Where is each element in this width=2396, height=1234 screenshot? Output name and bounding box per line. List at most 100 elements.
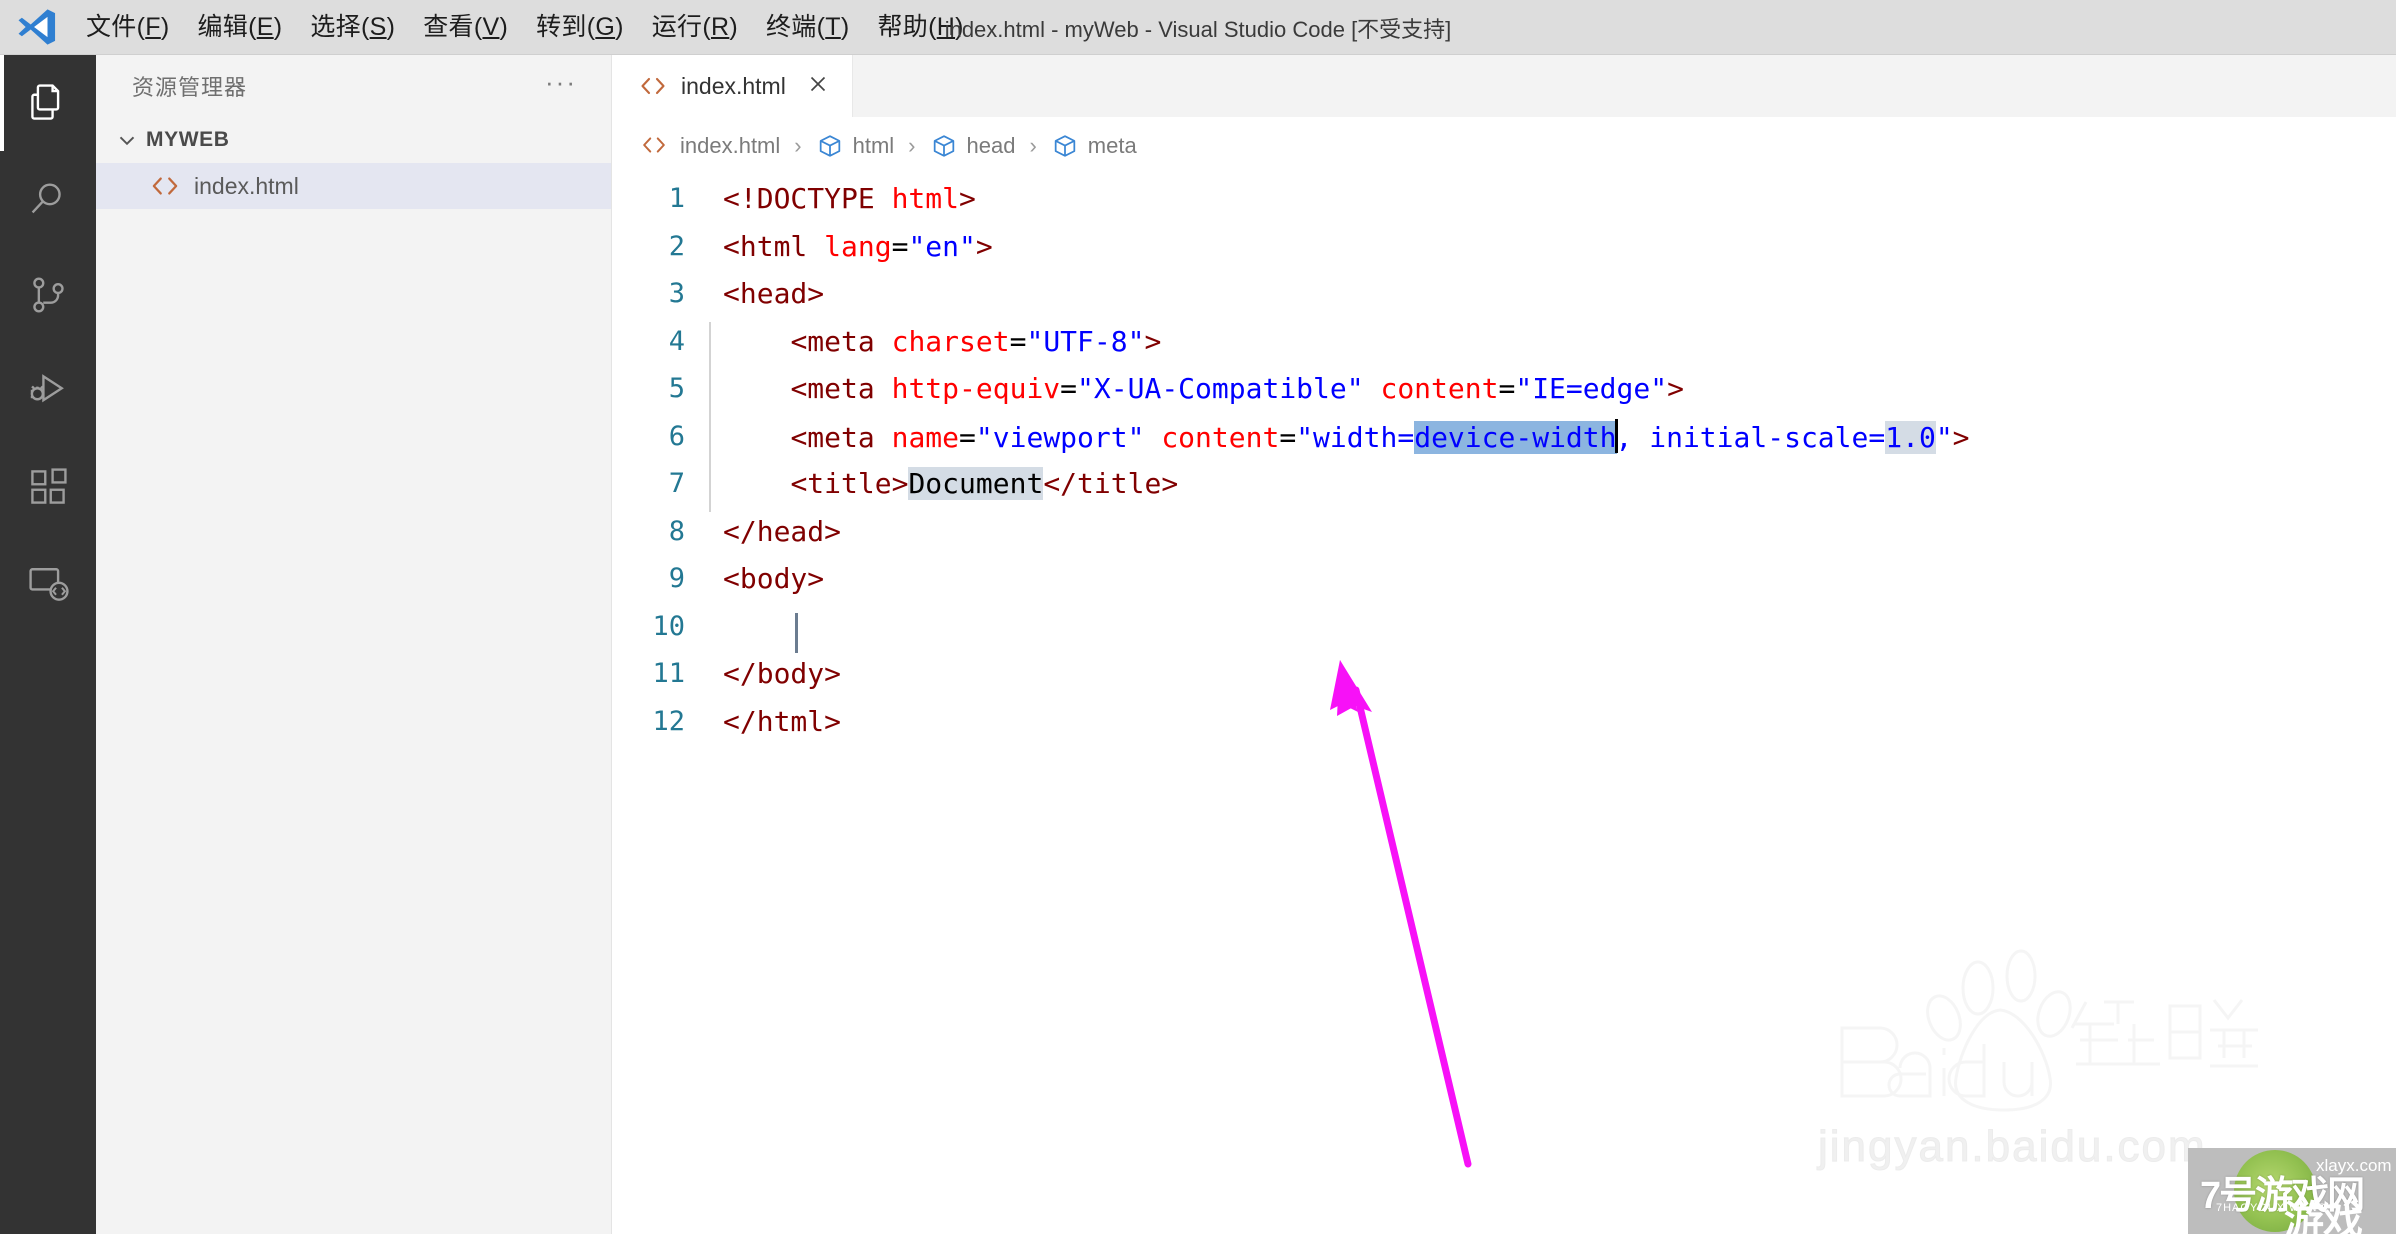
menu-item-goto[interactable]: 转到(G) bbox=[522, 12, 638, 43]
code-line-content[interactable]: <html lang="en"> bbox=[723, 230, 993, 263]
code-line[interactable]: 11 </body> bbox=[613, 650, 2396, 698]
breadcrumb-label: html bbox=[852, 133, 895, 158]
vscode-logo-icon bbox=[14, 6, 60, 48]
activitybar-item-remote-explorer[interactable] bbox=[0, 535, 96, 631]
breadcrumb-label: index.html bbox=[680, 133, 781, 158]
html-file-icon bbox=[148, 171, 182, 201]
code-line[interactable]: 5 <meta http-equiv="X-UA-Compatible" con… bbox=[613, 365, 2396, 418]
code-line[interactable]: 10 bbox=[613, 603, 2396, 653]
breadcrumb-separator: › bbox=[908, 133, 916, 158]
menu-item-file[interactable]: 文件(F) bbox=[72, 12, 183, 43]
menu-item-view[interactable]: 查看(V) bbox=[409, 12, 522, 43]
source-control-icon bbox=[26, 273, 70, 317]
search-icon bbox=[26, 177, 70, 221]
activitybar-item-extensions[interactable] bbox=[0, 439, 96, 535]
tree-row-index-html[interactable]: index.html bbox=[96, 163, 611, 209]
breadcrumb-item-meta[interactable]: meta bbox=[1047, 132, 1141, 160]
code-line[interactable]: 6 <meta name="viewport" content="width=d… bbox=[613, 413, 2396, 464]
ellipsis-icon[interactable]: ··· bbox=[545, 69, 577, 103]
breadcrumb-separator: › bbox=[1029, 133, 1037, 158]
menu-item-edit[interactable]: 编辑(E) bbox=[183, 12, 296, 43]
code-line-content[interactable]: <title>Document</title> bbox=[709, 464, 1178, 513]
line-number: 3 bbox=[668, 278, 685, 310]
activitybar-item-explorer[interactable] bbox=[0, 55, 96, 151]
code-line[interactable]: 9 <body> bbox=[613, 555, 2396, 603]
editor-tab-bar: index.html bbox=[613, 55, 2396, 117]
line-number: 5 bbox=[668, 373, 685, 405]
symbol-cube-icon bbox=[930, 132, 958, 160]
breadcrumb-item-head[interactable]: head bbox=[926, 132, 1020, 160]
occurrence-highlight: Document bbox=[908, 467, 1044, 501]
menu-bar[interactable]: 文件(F) 编辑(E) 选择(S) 查看(V) 转到(G) 运行(R) 终端(T… bbox=[72, 12, 978, 43]
title-bar: 文件(F) 编辑(E) 选择(S) 查看(V) 转到(G) 运行(R) 终端(T… bbox=[0, 0, 2396, 55]
code-line-content[interactable]: <head> bbox=[723, 277, 824, 310]
code-line-content[interactable]: <body> bbox=[723, 562, 824, 595]
code-line-content[interactable]: <!DOCTYPE html> bbox=[723, 182, 976, 215]
tree-section-label: MYWEB bbox=[146, 128, 230, 151]
editor-selection[interactable]: device-width bbox=[1414, 420, 1617, 454]
line-number: 11 bbox=[652, 658, 685, 690]
code-line-content[interactable]: </body> bbox=[723, 657, 841, 690]
remote-explorer-icon bbox=[26, 561, 70, 605]
sidebar-header: 资源管理器 ··· bbox=[96, 55, 611, 117]
code-line-content[interactable]: </html> bbox=[723, 705, 841, 738]
code-line-content[interactable]: </head> bbox=[723, 515, 841, 548]
code-line[interactable]: 1 <!DOCTYPE html> bbox=[613, 175, 2396, 223]
occurrence-highlight: 1.0 bbox=[1885, 420, 1936, 454]
badge-domain-text: xlayx.com bbox=[2316, 1156, 2392, 1175]
line-number: 9 bbox=[668, 563, 685, 595]
indent-guide bbox=[709, 415, 711, 464]
tree-section-myweb[interactable]: MYWEB bbox=[96, 117, 611, 163]
code-line[interactable]: 3 <head> bbox=[613, 270, 2396, 318]
code-line[interactable]: 4 <meta charset="UTF-8"> bbox=[613, 318, 2396, 370]
site-logo-badge: 7号游戏网 游戏 xlayx.com 7HAOYOUXIWANG bbox=[2188, 1148, 2396, 1234]
indent-guide bbox=[709, 369, 711, 418]
extensions-icon bbox=[26, 465, 70, 509]
line-number: 6 bbox=[668, 420, 685, 452]
code-line[interactable]: 8 </head> bbox=[613, 508, 2396, 556]
baidu-watermark-logo bbox=[1818, 940, 2288, 1120]
editor-tab-index-html[interactable]: index.html bbox=[613, 55, 853, 117]
breadcrumb-label: head bbox=[966, 133, 1016, 158]
indent-guide bbox=[709, 464, 711, 513]
breadcrumb-label: meta bbox=[1087, 133, 1137, 158]
breadcrumb-item-file[interactable]: index.html bbox=[635, 133, 784, 159]
symbol-cube-icon bbox=[1051, 132, 1079, 160]
activitybar-item-source-control[interactable] bbox=[0, 247, 96, 343]
symbol-cube-icon bbox=[816, 132, 844, 160]
html-file-icon bbox=[639, 133, 671, 159]
chevron-down-icon bbox=[114, 127, 140, 153]
activity-bar bbox=[0, 55, 96, 1234]
baidu-watermark-url: jingyan.baidu.com bbox=[1818, 1122, 2207, 1172]
run-and-debug-icon bbox=[26, 369, 70, 413]
code-line-content[interactable]: <meta charset="UTF-8"> bbox=[709, 321, 1161, 370]
menu-item-run[interactable]: 运行(R) bbox=[638, 12, 752, 43]
indent-guide bbox=[709, 321, 711, 370]
line-number: 10 bbox=[652, 610, 685, 642]
vscode-window: 文件(F) 编辑(E) 选择(S) 查看(V) 转到(G) 运行(R) 终端(T… bbox=[0, 0, 2396, 1234]
line-number: 4 bbox=[668, 325, 685, 357]
breadcrumb: index.html › html › head › meta bbox=[613, 117, 2396, 175]
menu-item-terminal[interactable]: 终端(T) bbox=[752, 12, 863, 43]
explorer-files-icon bbox=[26, 81, 70, 125]
line-number: 12 bbox=[652, 705, 685, 737]
badge-pinyin-text: 7HAOYOUXIWANG bbox=[2216, 1202, 2327, 1214]
code-line-content[interactable]: <meta http-equiv="X-UA-Compatible" conte… bbox=[709, 369, 1684, 418]
line-number: 7 bbox=[668, 468, 685, 500]
menu-item-help[interactable]: 帮助(H) bbox=[863, 12, 977, 43]
menu-item-selection[interactable]: 选择(S) bbox=[296, 12, 409, 43]
code-line[interactable]: 7 <title>Document</title> bbox=[613, 460, 2396, 513]
breadcrumb-item-html[interactable]: html bbox=[812, 132, 899, 160]
activitybar-item-search[interactable] bbox=[0, 151, 96, 247]
code-line-content[interactable] bbox=[723, 610, 798, 653]
close-icon[interactable] bbox=[806, 72, 830, 101]
text-cursor-secondary bbox=[795, 612, 798, 653]
code-line-content[interactable]: <meta name="viewport" content="width=dev… bbox=[709, 415, 1970, 464]
line-number: 8 bbox=[668, 515, 685, 547]
html-file-icon bbox=[637, 73, 669, 99]
code-line[interactable]: 12 </html> bbox=[613, 698, 2396, 746]
code-line[interactable]: 2 <html lang="en"> bbox=[613, 223, 2396, 271]
line-number: 2 bbox=[668, 230, 685, 262]
activitybar-item-run-and-debug[interactable] bbox=[0, 343, 96, 439]
editor-tab-label: index.html bbox=[681, 72, 786, 99]
